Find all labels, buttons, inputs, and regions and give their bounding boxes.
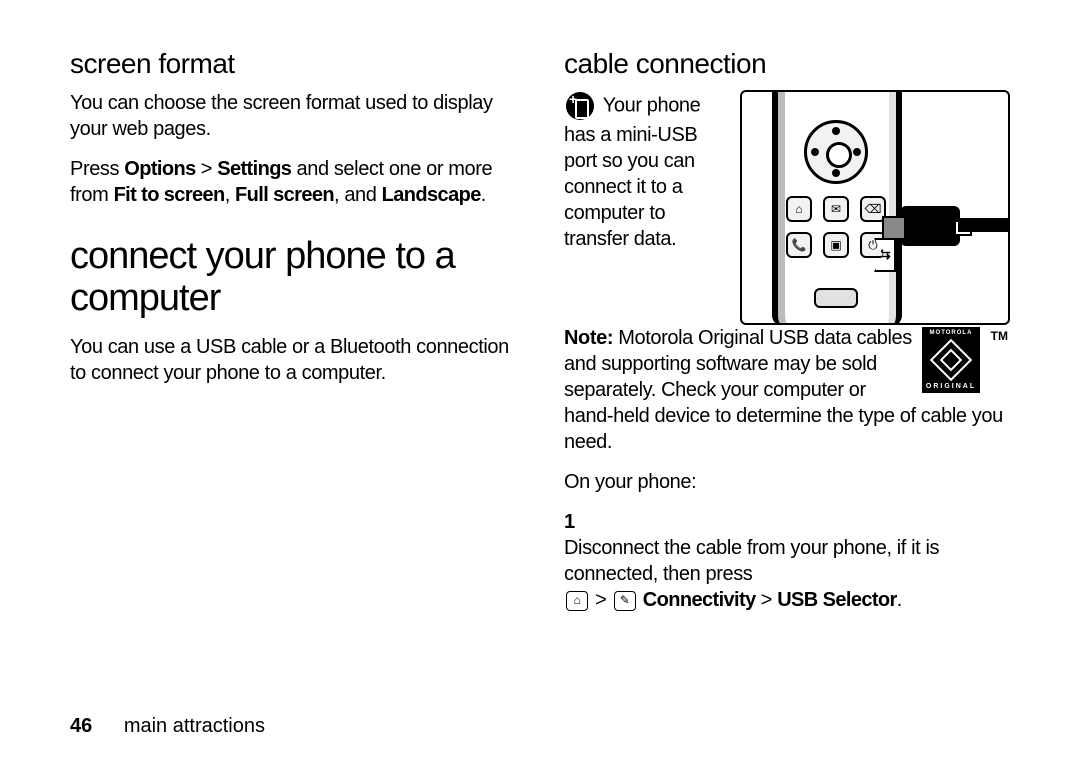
left-column: screen format You can choose the screen … xyxy=(70,48,516,613)
step-1: 1 Disconnect the cable from your phone, … xyxy=(564,509,1010,613)
steps-list: 1 Disconnect the cable from your phone, … xyxy=(564,509,1010,613)
phone-usb-illustration: ⌂✉⌫ 📞▣⏻ xyxy=(740,90,1010,325)
para-cable-intro: Your phone has a mini-USB port so you ca… xyxy=(564,90,728,252)
para-connect-computer: You can use a USB cable or a Bluetooth c… xyxy=(70,334,516,386)
para-screen-format: You can choose the screen format used to… xyxy=(70,90,516,142)
para-press-options: Press Options > Settings and select one … xyxy=(70,156,516,208)
phone-plus-icon xyxy=(564,90,596,122)
heading-cable-connection: cable connection xyxy=(564,48,1010,80)
page-number: 46 xyxy=(70,715,92,737)
motorola-original-badge: MOTOROLA ORIGINAL xyxy=(922,327,980,393)
para-on-your-phone: On your phone: xyxy=(564,469,1010,495)
page-footer: 46 main attractions xyxy=(70,715,265,738)
heading-connect-computer: connect your phone to a computer xyxy=(70,236,516,320)
tools-key-icon: ✎ xyxy=(614,591,636,611)
section-title: main attractions xyxy=(124,715,265,737)
heading-screen-format: screen format xyxy=(70,48,516,80)
right-column: cable connection Your phone has a mini-U… xyxy=(564,48,1010,613)
home-key-icon: ⌂ xyxy=(566,591,588,611)
